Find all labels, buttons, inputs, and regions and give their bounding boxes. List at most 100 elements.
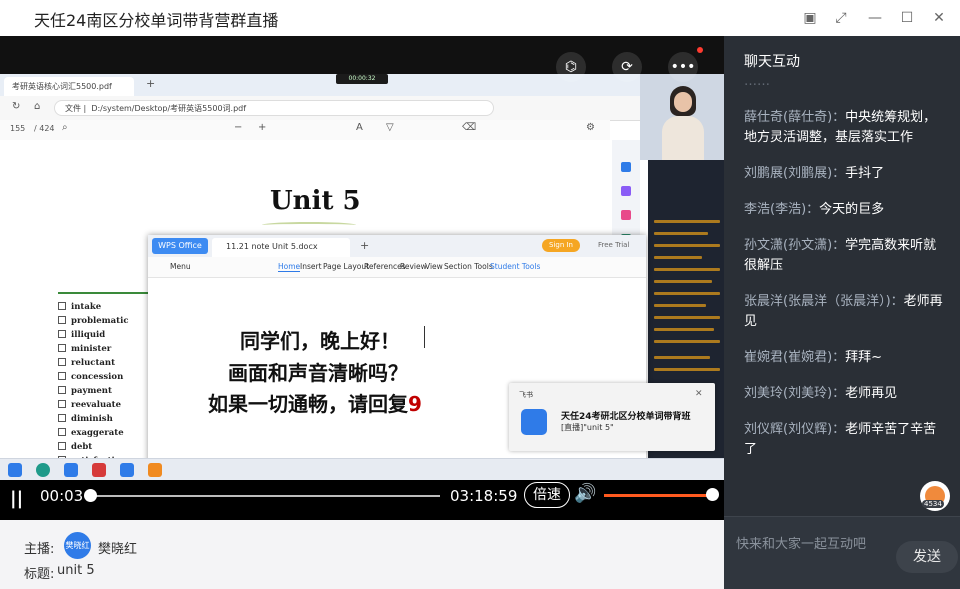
host-name: 樊晓红: [98, 542, 138, 557]
chat-message: 李浩(李浩)：今天的巨多: [744, 200, 944, 220]
wps-doc-tab[interactable]: 11.21 note Unit 5.docx: [212, 238, 350, 257]
progress-track[interactable]: [90, 495, 440, 497]
read-aloud-icon[interactable]: A: [356, 122, 363, 133]
screen-share-icon[interactable]: ⌬: [556, 52, 586, 82]
feishu-live-taskbar-icon[interactable]: [120, 463, 134, 477]
new-dot: [697, 47, 703, 53]
chat-sender: 刘鹏展(刘鹏展)：: [744, 166, 846, 181]
browser-tab[interactable]: 考研英语核心词汇5500.pdf: [4, 77, 134, 96]
chat-message: 张晨洋(张晨洋（张晨洋）)：老师再见: [744, 292, 944, 332]
chat-message: 刘鹏展(刘鹏展)：手抖了: [744, 164, 944, 184]
wps-taskbar-icon[interactable]: [92, 463, 106, 477]
ribbon-student-tools[interactable]: Student Tools: [490, 262, 540, 271]
chat-message: 刘仪辉(刘仪辉)：老师辛苦了辛苦了: [744, 420, 944, 460]
search-side-icon[interactable]: [621, 162, 631, 172]
feishu-notification[interactable]: 飞书 ✕ 天任24考研北区分校单词带背班 [直播]"unit 5": [509, 383, 715, 451]
send-button[interactable]: 发送: [896, 541, 958, 573]
wps-tabbar: WPS Office 11.21 note Unit 5.docx + Sign…: [148, 235, 646, 257]
maximize-icon[interactable]: ☐: [897, 8, 917, 28]
chat-text: 老师再见: [845, 386, 898, 401]
rotate-icon[interactable]: ⟳: [612, 52, 642, 82]
total-time: 03:18:59: [450, 487, 518, 505]
volume-icon[interactable]: 🔊: [574, 483, 596, 504]
ribbon-view[interactable]: View: [425, 262, 443, 271]
notification-close-icon[interactable]: ✕: [695, 389, 703, 399]
free-trial-link[interactable]: Free Trial: [598, 241, 629, 249]
chat-input[interactable]: 快来和大家一起互动吧: [736, 533, 866, 552]
panel-message: [654, 280, 712, 283]
menu-button[interactable]: Menu: [170, 262, 191, 271]
chat-message-faded: ……: [744, 74, 770, 88]
word-list: intake problematic illiquid minister relucta…: [58, 300, 158, 480]
fullscreen-icon[interactable]: ⤢: [831, 8, 851, 28]
progress-knob[interactable]: [84, 489, 97, 502]
teacher-webcam: [640, 74, 724, 160]
reload-icon[interactable]: ↻: [12, 101, 20, 112]
ribbon-page-layout[interactable]: Page Layout: [323, 262, 369, 271]
feishu-taskbar-icon[interactable]: [64, 463, 78, 477]
panel-message: [654, 316, 720, 319]
home-icon[interactable]: ⌂: [34, 101, 40, 112]
pause-icon[interactable]: ||: [10, 488, 23, 509]
close-icon[interactable]: ✕: [929, 8, 949, 28]
ribbon-section-tools[interactable]: Section Tools: [444, 262, 493, 271]
shopping-icon[interactable]: [621, 210, 631, 220]
word-item: illiquid: [58, 328, 158, 342]
word-item: minister: [58, 342, 158, 356]
panel-message: [654, 292, 720, 295]
new-tab-icon[interactable]: +: [146, 77, 155, 90]
other-app-icon[interactable]: [148, 463, 162, 477]
panel-message: [654, 356, 710, 359]
address-field[interactable]: 文件 | D:/system/Desktop/考研英语5500词.pdf: [54, 100, 494, 116]
start-icon[interactable]: [8, 463, 22, 477]
chat-sender: 刘仪辉(刘仪辉)：: [744, 422, 846, 437]
doc-reply-number: 9: [408, 392, 422, 416]
panel-message: [654, 232, 708, 235]
search-icon[interactable]: ⌕: [62, 122, 68, 133]
draw-icon[interactable]: ▽: [386, 122, 394, 133]
text-cursor: [424, 326, 425, 348]
copilot-icon[interactable]: [621, 186, 631, 196]
settings-icon[interactable]: ⚙: [586, 122, 595, 133]
minimize-icon[interactable]: —: [865, 8, 885, 28]
pin-icon[interactable]: ▣: [800, 8, 820, 28]
host-avatar[interactable]: 樊晓红: [64, 532, 91, 559]
browser-addressbar: ↻ ⌂ 文件 | D:/system/Desktop/考研英语5500词.pdf: [0, 96, 640, 121]
volume-slider[interactable]: [604, 494, 714, 497]
ribbon-review[interactable]: Review: [400, 262, 427, 271]
notification-app: 飞书: [519, 391, 533, 399]
ribbon-insert[interactable]: Insert: [300, 262, 322, 271]
volume-knob[interactable]: [706, 488, 719, 501]
sign-in-button[interactable]: Sign In: [542, 239, 580, 252]
more-icon[interactable]: •••: [668, 52, 698, 82]
panel-message: [654, 340, 720, 343]
browser-tabbar: 考研英语核心词汇5500.pdf +: [0, 74, 640, 96]
zoom-in-icon[interactable]: +: [258, 122, 266, 133]
chat-text: 手抖了: [845, 166, 885, 181]
current-time: 00:03: [40, 487, 84, 505]
panel-message: [654, 304, 706, 307]
chat-input-area: 快来和大家一起互动吧 发送: [724, 516, 960, 589]
zoom-out-icon[interactable]: −: [234, 122, 242, 133]
wps-new-tab-icon[interactable]: +: [360, 239, 369, 252]
speed-button[interactable]: 倍速: [524, 482, 570, 508]
ribbon-home[interactable]: Home: [278, 262, 301, 272]
recording-badge: 00:00:32: [336, 74, 388, 84]
wps-office-tab[interactable]: WPS Office: [152, 238, 208, 254]
word-item: reevaluate: [58, 398, 158, 412]
webcam-body: [662, 116, 704, 160]
chat-sender: 刘美玲(刘美玲)：: [744, 386, 846, 401]
panel-message: [654, 220, 720, 223]
chat-sender: 薛仕奇(薛仕奇)：: [744, 110, 846, 125]
page-number[interactable]: 155: [10, 124, 25, 133]
erase-icon[interactable]: ⌫: [462, 122, 476, 133]
notification-title: 天任24考研北区分校单词带背班: [561, 412, 691, 422]
edge-icon[interactable]: [36, 463, 50, 477]
title-value: unit 5: [57, 563, 95, 578]
chat-message: 崔婉君(崔婉君)：拜拜~: [744, 348, 944, 368]
doc-line-reply: 如果一切通畅，请回复9: [208, 388, 422, 417]
live-video[interactable]: 考研英语核心词汇5500.pdf + ↻ ⌂ 文件 | D:/system/De…: [0, 36, 724, 480]
word-item: payment: [58, 384, 158, 398]
panel-message: [654, 328, 714, 331]
word-item: problematic: [58, 314, 158, 328]
